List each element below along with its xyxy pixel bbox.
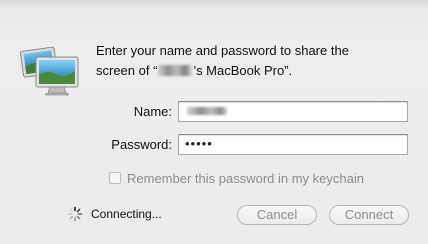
name-label: Name: [133, 104, 172, 119]
loading-spinner-icon [67, 206, 83, 222]
password-field[interactable]: ••••• [178, 134, 408, 155]
message-line-2-prefix: screen of “ [96, 63, 158, 78]
message-line-1: Enter your name and password to share th… [96, 43, 349, 58]
dialog-top-edge [0, 0, 428, 10]
remember-password-row[interactable]: Remember this password in my keychain [109, 169, 364, 187]
remember-password-checkbox[interactable] [109, 172, 121, 184]
redacted-owner-name [158, 65, 193, 76]
redacted-name-value [187, 107, 227, 115]
password-label: Password: [111, 137, 172, 152]
screen-sharing-login-dialog: Enter your name and password to share th… [0, 0, 428, 244]
password-mask: ••••• [185, 136, 213, 151]
remember-password-label: Remember this password in my keychain [127, 170, 364, 186]
dialog-message: Enter your name and password to share th… [96, 41, 416, 81]
screen-sharing-icon [20, 46, 79, 96]
name-field[interactable] [178, 101, 408, 122]
message-line-2: screen of “ ’s MacBook Pro”. [96, 61, 416, 81]
connection-status: Connecting... [91, 207, 162, 221]
message-line-2-suffix: ’s MacBook Pro”. [193, 63, 293, 78]
connect-button[interactable]: Connect [329, 205, 409, 225]
cancel-button[interactable]: Cancel [237, 205, 317, 225]
